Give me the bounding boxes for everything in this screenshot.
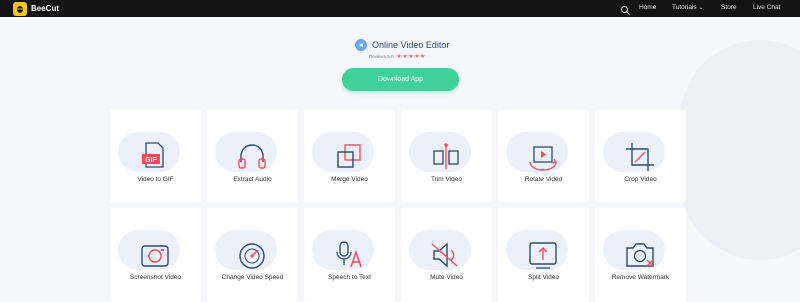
- tool-card-screenshot-video[interactable]: Screenshot Video: [110, 208, 201, 302]
- merge-icon: [332, 140, 366, 174]
- tool-card-mute-video[interactable]: Mute Video: [401, 208, 492, 302]
- chevron-down-icon: ⌄: [698, 5, 704, 11]
- nav-live-chat-link[interactable]: Live Chat: [753, 4, 780, 11]
- nav-home-link[interactable]: Home: [639, 4, 656, 11]
- tool-card-trim-video[interactable]: Trim Video: [401, 110, 492, 202]
- remove-watermark-icon: [623, 238, 657, 272]
- tool-card-merge-video[interactable]: Merge Video: [304, 110, 395, 202]
- tool-card-rotate-video[interactable]: Rotate Video: [498, 110, 589, 202]
- tool-label: Video to GIF: [137, 176, 174, 183]
- tool-card-split-video[interactable]: Split Video: [498, 208, 589, 302]
- tool-label: Speech to Text: [328, 274, 371, 281]
- mute-icon: [429, 238, 463, 272]
- camera-icon: [138, 238, 172, 272]
- trim-icon: [429, 140, 463, 174]
- headphones-icon: [235, 140, 269, 174]
- search-icon[interactable]: [620, 3, 631, 21]
- tool-card-video-to-gif[interactable]: GIF Video to GIF: [110, 110, 201, 202]
- tool-label: Crop Video: [624, 176, 657, 183]
- rotate-icon: [526, 140, 560, 174]
- tool-label: Split Video: [528, 274, 559, 281]
- video-to-gif-icon: GIF: [138, 140, 172, 174]
- tool-label: Extract Audio: [233, 176, 272, 183]
- tool-card-extract-audio[interactable]: Extract Audio: [207, 110, 298, 202]
- tool-card-crop-video[interactable]: Crop Video: [595, 110, 686, 202]
- microphone-icon: [332, 238, 366, 272]
- nav-store-link[interactable]: Store: [721, 4, 737, 11]
- tool-label: Screenshot Video: [129, 274, 182, 281]
- rating-stars: ★★★★★: [396, 54, 426, 60]
- logo[interactable]: BeeCut: [13, 1, 60, 16]
- crop-icon: [623, 140, 657, 174]
- hero-title-text: Online Video Editor: [372, 40, 450, 50]
- tool-label: Remove Watermark: [611, 274, 670, 281]
- logo-text: BeeCut: [31, 4, 60, 13]
- split-icon: [526, 238, 560, 272]
- nav-tutorials-link[interactable]: Tutorials ⌄: [672, 4, 704, 11]
- tool-card-remove-watermark[interactable]: Remove Watermark: [595, 208, 686, 302]
- tool-label: Rotate Video: [524, 176, 563, 183]
- tool-label: Mute Video: [430, 274, 463, 281]
- hero-review: Reviews 5.0 ★★★★★: [369, 53, 426, 60]
- tool-label: Trim Video: [430, 176, 463, 183]
- top-navbar: BeeCut Home Tutorials ⌄ Store Live Chat: [0, 0, 800, 17]
- tool-card-change-video-speed[interactable]: Change Video Speed: [207, 208, 298, 302]
- svg-text:GIF: GIF: [145, 157, 157, 164]
- hero-title: Online Video Editor: [355, 39, 449, 51]
- review-label: Reviews 5.0: [369, 54, 394, 59]
- tool-label: Merge Video: [331, 176, 368, 183]
- tool-label: Change Video Speed: [221, 274, 284, 281]
- bee-logo-icon: [13, 1, 27, 16]
- download-app-button[interactable]: Download App: [342, 68, 459, 91]
- nav-tutorials-label: Tutorials: [672, 4, 697, 11]
- background-decoration: [680, 40, 800, 260]
- tool-card-speech-to-text[interactable]: Speech to Text: [304, 208, 395, 302]
- editor-icon: [355, 39, 367, 51]
- speed-icon: [235, 238, 269, 272]
